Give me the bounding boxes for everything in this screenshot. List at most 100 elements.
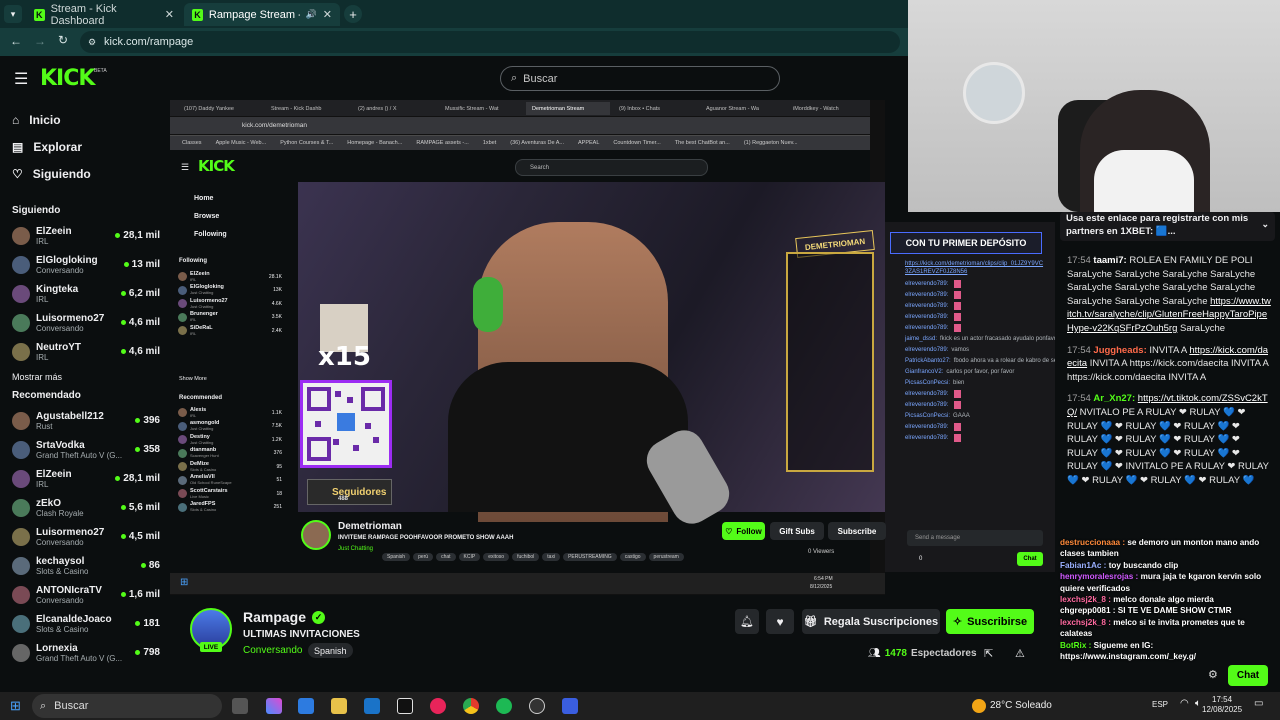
tiktok-icon[interactable] (397, 698, 413, 714)
browser-tab-dashboard[interactable]: K Stream - Kick Dashboard ✕ (26, 3, 182, 27)
inner-chat-text: fbodo ahora va a rolear de kabro de sepi… (953, 357, 1055, 364)
inner-channel-name: ScottCarstairs (190, 487, 228, 494)
weather-text[interactable]: 28°C Soleado (990, 700, 1052, 711)
search-input[interactable]: ⌕ Buscar (500, 66, 780, 91)
inner-channel-name: Luisormeno27 (190, 297, 228, 304)
live-dot-icon (120, 534, 126, 539)
emote-icon (954, 400, 962, 409)
inner-stream-info: Demetrioman INVITEME RAMPAGE POOHFAVOOR … (298, 516, 886, 573)
channel-item[interactable]: SrtaVodka Grand Theft Auto V (G... 358 (0, 435, 170, 464)
url-field[interactable]: ⚙ kick.com/rampage (80, 31, 900, 53)
inner-bookmark: APPEAL (578, 140, 600, 146)
language-indicator[interactable]: ESP (1152, 700, 1168, 709)
follow-label: Follow (736, 526, 762, 536)
outlook-icon[interactable] (364, 698, 380, 714)
subscribe-label: Suscribirse (967, 615, 1028, 628)
obs-icon[interactable] (529, 698, 545, 714)
stream-category[interactable]: Conversando (243, 645, 302, 656)
tab-title: Rampage Stream - Watch L (208, 8, 300, 21)
follow-heart-button[interactable]: ♥ (766, 609, 794, 634)
channel-item[interactable]: ElZeein IRL 28,1 mil (0, 221, 170, 250)
new-tab-button[interactable]: + (344, 5, 362, 23)
message-user[interactable]: Ar_Xn27: (1093, 393, 1135, 404)
inner-channel-item: asmongold Just Chatting 7.5K (178, 420, 282, 434)
channel-item[interactable]: zEkO Clash Royale 5,6 mil (0, 493, 170, 522)
inner-channel-info: ElZeein IRL (190, 271, 210, 283)
file-explorer-icon[interactable] (331, 698, 347, 714)
inner-viewer-value: 28.1K (268, 273, 282, 280)
message-user[interactable]: taami7: (1093, 255, 1126, 266)
back-icon[interactable]: ← (10, 34, 22, 48)
music-app-icon[interactable] (430, 698, 446, 714)
live-dot-icon (123, 262, 129, 267)
chat-button[interactable]: Chat (1228, 665, 1268, 686)
inner-tab: Aguanor Stream - Wa (706, 105, 759, 112)
live-dot-icon (135, 650, 141, 655)
wifi-icon[interactable]: ◠ (1180, 698, 1189, 709)
channel-item[interactable]: NeutroYT IRL 4,6 mil (0, 337, 170, 366)
avatar (178, 312, 187, 322)
share-icon[interactable]: ⇱ (984, 647, 993, 660)
spotify-icon[interactable] (496, 698, 512, 714)
notifications-icon[interactable]: ▭ (1254, 698, 1263, 709)
gift-subs-button[interactable]: 🎁︎ Regala Suscripciones (802, 609, 940, 634)
close-icon[interactable]: ✕ (165, 8, 174, 21)
nav-home[interactable]: ⌂ Inicio (0, 106, 170, 133)
reload-icon[interactable]: ↻ (58, 33, 68, 47)
inner-tag: PERUSTREAMING (563, 553, 617, 561)
language-tag[interactable]: Spanish (308, 643, 353, 658)
channel-name: ElZeein (36, 468, 72, 480)
taskbar-date[interactable]: 12/08/2025 (1202, 705, 1242, 714)
subscribe-button[interactable]: ✧ Suscribirse (946, 609, 1034, 634)
channel-item[interactable]: ANTONIcraTV Conversando 1,6 mil (0, 580, 170, 609)
channel-item[interactable]: ElGlogloking Conversando 13 mil (0, 250, 170, 279)
avatar (12, 255, 30, 274)
volume-icon[interactable]: 🔈︎ (1195, 698, 1201, 709)
app-icon[interactable] (562, 698, 578, 714)
channel-item[interactable]: ElcanaldeJoaco Slots & Casino 181 (0, 609, 170, 638)
forward-icon[interactable]: → (34, 34, 46, 48)
nav-following[interactable]: ♡ Siguiendo (0, 160, 170, 187)
inner-streamer-name: Demetrioman (338, 521, 402, 532)
channel-item[interactable]: ElZeein IRL 28,1 mil (0, 464, 170, 493)
copilot-icon[interactable] (266, 698, 282, 714)
chevron-down-icon[interactable]: ⌄ (1261, 218, 1269, 231)
inner-viewer-value: 376 (273, 450, 282, 457)
message-user[interactable]: Juggheads: (1093, 345, 1146, 356)
nav-label: Inicio (29, 112, 61, 127)
notification-bell-button[interactable]: 🔔︎ (735, 609, 759, 634)
channel-item[interactable]: Agustabell212 Rust 396 (0, 406, 170, 435)
overlay-chat-line: chgrepp0081 : SI TE VE DAME SHOW CTMR (1056, 605, 1280, 616)
windows-start-icon[interactable]: ⊞ (10, 698, 21, 714)
pinned-message[interactable]: Usa este enlace para registrarte con mis… (1060, 212, 1275, 241)
nav-explore[interactable]: ▤ Explorar (0, 133, 170, 160)
channel-item[interactable]: Lornexia Grand Theft Auto V (G... 798 (0, 638, 170, 667)
report-icon[interactable]: ⚠ (1015, 647, 1025, 660)
channel-item[interactable]: kechaysol Slots & Casino 86 (0, 551, 170, 580)
channel-item[interactable]: Kingteka IRL 6,2 mil (0, 279, 170, 308)
kick-logo[interactable]: KICK (40, 66, 95, 91)
task-view-icon[interactable] (232, 698, 248, 714)
taskbar-search[interactable]: ⌕ Buscar (32, 694, 222, 718)
chrome-icon[interactable] (463, 698, 479, 714)
channel-category: Conversando (36, 265, 84, 275)
browser-tab-rampage[interactable]: K Rampage Stream - Watch L 🔊 ✕ (184, 3, 340, 26)
chat-settings-icon[interactable]: ⚙ (1208, 668, 1218, 681)
channel-item[interactable]: Luisormeno27 Conversando 4,5 mil (0, 522, 170, 551)
streamer-name[interactable]: Rampage ✓ (243, 609, 326, 625)
close-icon[interactable]: ✕ (323, 8, 332, 21)
show-more-link[interactable]: Mostrar más (0, 366, 170, 388)
avatar (178, 502, 187, 512)
channel-category: Conversando (36, 595, 84, 605)
audio-icon[interactable]: 🔊 (306, 9, 317, 20)
taskbar-time[interactable]: 17:54 (1212, 695, 1232, 704)
inner-channel-category: IRL (190, 412, 197, 418)
store-icon[interactable] (298, 698, 314, 714)
site-info-icon[interactable]: ⚙ (88, 37, 96, 48)
tab-list-button[interactable]: ▾ (4, 5, 22, 23)
live-dot-icon (120, 349, 126, 354)
channel-item[interactable]: Luisormeno27 Conversando 4,6 mil (0, 308, 170, 337)
inner-channel-category: Slots & Casino (190, 466, 217, 472)
nav-label: Explorar (33, 139, 83, 154)
menu-icon[interactable]: ☰ (14, 69, 28, 89)
